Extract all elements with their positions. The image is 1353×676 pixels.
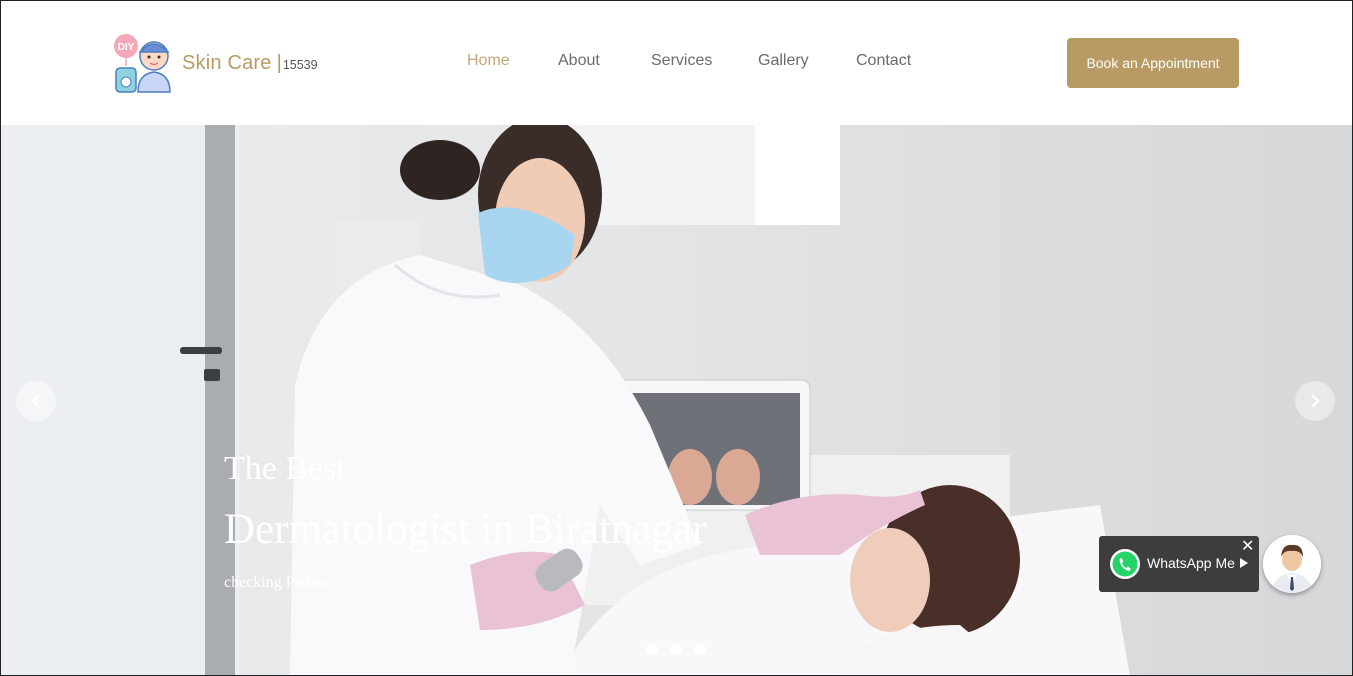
site-header: DIY Skin Care | 15539 Home About Service… [0,0,1353,125]
play-arrow-icon [1240,558,1248,568]
carousel-dot-3[interactable] [694,643,706,655]
carousel-dot-1[interactable] [646,643,658,655]
chevron-left-icon [31,394,40,408]
hero-background-image [0,125,1130,676]
book-appointment-button[interactable]: Book an Appointment [1067,38,1239,88]
nav-home[interactable]: Home [467,52,510,70]
hero-carousel: The Best Dermatologist in Biratnagar che… [0,125,1353,676]
carousel-dot-2[interactable] [670,643,682,655]
carousel-indicators [646,643,706,655]
nav-contact[interactable]: Contact [856,52,911,70]
nav-gallery[interactable]: Gallery [758,52,809,70]
chevron-right-icon [1311,394,1320,408]
whatsapp-widget[interactable]: WhatsApp Me ✕ [1099,536,1259,592]
agent-avatar[interactable] [1263,535,1321,593]
whatsapp-label: WhatsApp Me [1147,555,1235,571]
hero-tagline: The Best [224,450,346,487]
whatsapp-icon [1110,549,1140,579]
hero-caption: checking Patient [224,574,331,591]
carousel-next-button[interactable] [1295,381,1335,421]
carousel-prev-button[interactable] [16,381,56,421]
nav-about[interactable]: About [558,52,600,70]
close-icon[interactable]: ✕ [1241,536,1254,556]
support-agent-icon [1263,535,1321,593]
nav-services[interactable]: Services [651,52,712,70]
hero-title: Dermatologist in Biratnagar [224,506,707,553]
